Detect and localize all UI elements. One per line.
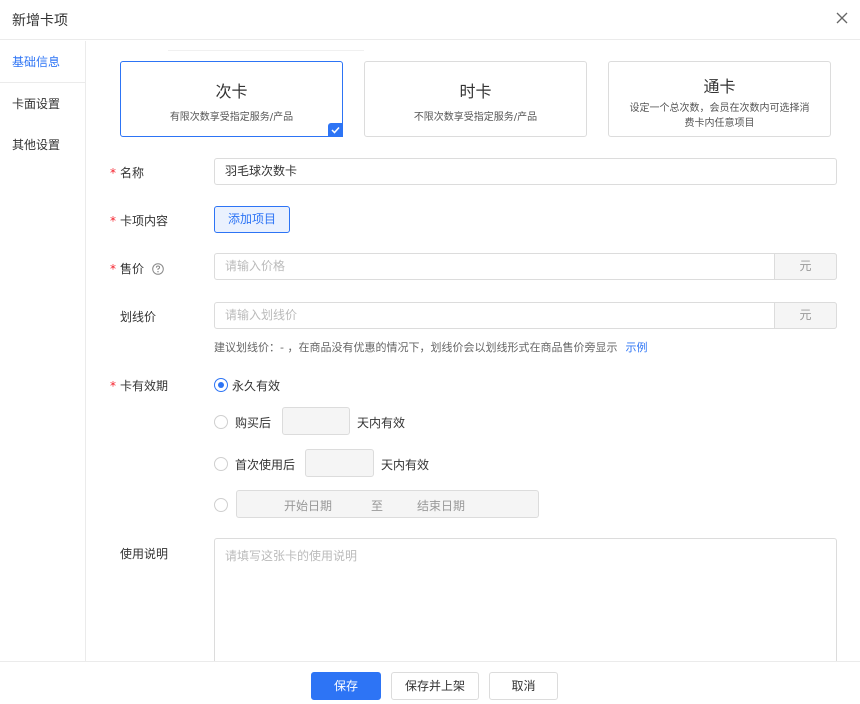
card-type-desc: 有限次数享受指定服务/产品 [169,112,294,123]
price-label: * 售价 [110,260,164,278]
validity-label: * 卡有效期 [110,379,169,393]
radio-after-purchase[interactable] [214,415,228,429]
after-purchase-days-input[interactable] [282,407,350,435]
after-purchase-suffix: 天内有效 [357,416,406,430]
save-button[interactable]: 保存 [311,672,381,700]
strike-price-unit: 元 [774,302,837,329]
card-type-time[interactable]: 时卡 不限次数享受指定服务/产品 [364,61,587,137]
name-label: * 名称 [110,166,145,180]
check-icon [328,123,343,137]
forever-label: 永久有效 [232,379,281,393]
question-icon[interactable] [152,263,164,278]
strike-price-input[interactable]: 请输入划线价 元 [214,302,837,329]
strike-price-label: 划线价 [120,310,157,324]
card-type-title: 次卡 [215,82,248,101]
save-and-publish-button[interactable]: 保存并上架 [391,672,479,700]
radio-forever[interactable] [214,378,228,392]
dialog-title: 新增卡项 [12,13,68,29]
radio-after-first-use[interactable] [214,457,228,471]
card-type-general[interactable]: 通卡 设定一个总次数，会员在次数内可选择消费卡内任意项目 [608,61,831,137]
card-type-title: 时卡 [459,82,492,101]
radio-date-range[interactable] [214,498,228,512]
usage-textarea[interactable]: 请填写这张卡的使用说明 [214,538,837,668]
sidebar-item-basic-info[interactable]: 基础信息 [0,41,86,83]
sidebar-nav: 基础信息 卡面设置 其他设置 [0,41,86,661]
usage-label: 使用说明 [120,547,169,561]
card-type-desc: 不限次数享受指定服务/产品 [413,112,538,123]
date-range-separator: 至 [371,499,384,513]
after-purchase-prefix: 购买后 [235,416,272,430]
after-first-use-prefix: 首次使用后 [235,458,296,472]
cancel-button[interactable]: 取消 [489,672,558,700]
example-link[interactable]: 示例 [625,341,647,354]
price-unit: 元 [774,253,837,280]
end-date-input[interactable]: 结束日期 [417,497,465,514]
strike-price-hint: 建议划线价：- ，在商品没有优惠的情况下，划线价会以划线形式在商品售价旁显示 示例 [214,341,648,354]
date-range-picker[interactable]: 开始日期 至 结束日期 [236,490,539,518]
sidebar-item-other-settings[interactable]: 其他设置 [0,124,86,166]
start-date-input[interactable]: 开始日期 [284,497,332,514]
after-first-use-days-input[interactable] [305,449,374,477]
price-input[interactable]: 请输入价格 元 [214,253,837,280]
card-type-title: 通卡 [703,77,736,96]
divider [168,50,364,51]
card-content-label: * 卡项内容 [110,214,169,228]
sidebar-item-card-face[interactable]: 卡面设置 [0,83,86,125]
close-icon[interactable] [832,8,852,28]
dialog-footer: 保存 保存并上架 取消 [0,661,860,704]
card-type-count[interactable]: 次卡 有限次数享受指定服务/产品 [120,61,343,137]
add-item-button[interactable]: 添加项目 [214,206,290,233]
card-type-desc: 设定一个总次数，会员在次数内可选择消费卡内任意项目 [629,103,810,129]
dialog-header: 新增卡项 [0,0,860,40]
after-first-use-suffix: 天内有效 [381,458,430,472]
name-input[interactable]: 羽毛球次数卡 [214,158,837,185]
